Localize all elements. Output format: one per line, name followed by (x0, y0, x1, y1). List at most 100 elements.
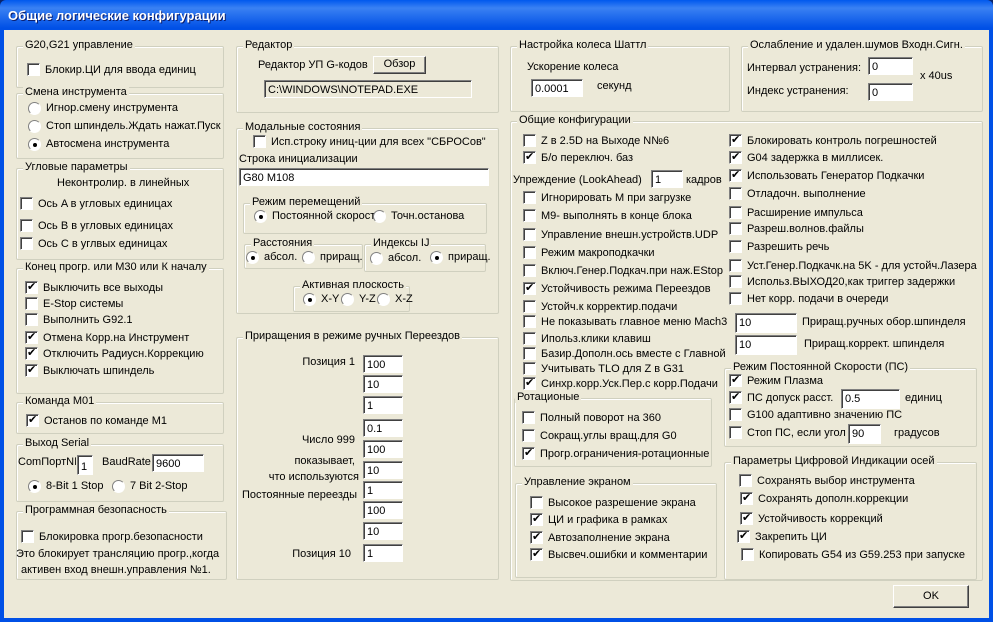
radio-circle[interactable] (254, 210, 267, 223)
checkbox-general-left[interactable]: Синхр.корр.Уск.Пер.с корр.Подачи (523, 376, 718, 391)
init-string-input[interactable]: G80 M108 (239, 168, 489, 186)
jog-increment-input[interactable]: 10 (363, 375, 403, 393)
checkbox-general-left[interactable]: Управление внешн.устройств.UDP (523, 228, 718, 242)
checkbox-box[interactable] (530, 512, 543, 526)
checkbox-security-lock[interactable]: Блокировка прогр.безопасности (21, 530, 203, 544)
checkbox-box[interactable] (523, 376, 536, 390)
radio-stop-spindle-wait[interactable]: Стоп шпиндель.Ждать нажат.Пуск (28, 119, 221, 133)
radio-circle[interactable] (370, 252, 383, 265)
checkbox-box[interactable] (729, 390, 742, 404)
checkbox-box[interactable] (737, 529, 750, 543)
ok-button[interactable]: OK (893, 585, 969, 608)
checkbox-box[interactable] (27, 63, 40, 76)
checkbox-screen[interactable]: Высвеч.ошибки и комментарии (530, 547, 707, 562)
jog-increment-input[interactable]: 10 (363, 522, 403, 540)
checkbox-box[interactable] (729, 168, 742, 182)
radio-constant-velocity[interactable]: Постоянной скорости (254, 209, 381, 223)
radio-circle[interactable] (302, 251, 315, 264)
checkbox-end-1[interactable]: E-Stop системы (25, 297, 123, 311)
checkbox-axis-a-angular[interactable]: Ось A в угловых единицах (20, 197, 172, 211)
checkbox-dro[interactable]: Закрепить ЦИ (737, 529, 827, 544)
radio-ij-inc[interactable]: приращ. (430, 250, 491, 264)
checkbox-box[interactable] (523, 347, 536, 360)
checkbox-box[interactable] (523, 332, 536, 345)
checkbox-end-5[interactable]: Выключать шпиндель (25, 363, 154, 378)
checkbox-box[interactable] (25, 346, 38, 360)
browse-button[interactable]: Обзор (373, 56, 426, 74)
checkbox-box[interactable] (523, 315, 536, 328)
radio-circle[interactable] (28, 102, 41, 115)
jog-increment-input[interactable]: 100 (363, 355, 403, 373)
radio-plane-xz[interactable]: X-Z (377, 292, 413, 306)
radio-8bit-1stop[interactable]: 8-Bit 1 Stop (28, 479, 103, 493)
radio-ij-abs[interactable]: абсол. (370, 251, 421, 265)
checkbox-box[interactable] (26, 413, 39, 427)
checkbox-general-right[interactable]: Разреш.волнов.файлы (729, 222, 864, 236)
checkbox-rotary[interactable]: Полный поворот на 360 (522, 411, 661, 425)
checkbox-box[interactable] (25, 297, 38, 310)
checkbox-end-2[interactable]: Выполнить G92.1 (25, 313, 133, 327)
radio-exact-stop[interactable]: Точн.останова (373, 209, 464, 223)
checkbox-dro[interactable]: Сохранять выбор инструмента (739, 474, 915, 488)
checkbox-box[interactable] (729, 292, 742, 305)
checkbox-box[interactable] (523, 134, 536, 147)
radio-auto-tool-change[interactable]: Автосмена инструмента (28, 137, 169, 151)
checkbox-dro[interactable]: Копировать G54 из G59.253 при запуске (741, 548, 965, 562)
shuttle-accel-input[interactable]: 0.0001 (531, 79, 583, 97)
checkbox-box[interactable] (741, 548, 754, 561)
checkbox-general-right[interactable]: Отладочн. выполнение (729, 187, 866, 201)
checkbox-box[interactable] (729, 426, 742, 439)
checkbox-box[interactable] (523, 264, 536, 277)
checkbox-rotary[interactable]: Сокращ.углы вращ.для G0 (522, 429, 677, 443)
cv-angle-input[interactable]: 90 (848, 424, 881, 444)
checkbox-general-right[interactable]: Расширение импульса (729, 206, 863, 220)
checkbox-box[interactable] (729, 206, 742, 219)
jog-increment-input[interactable]: 1 (363, 544, 403, 562)
checkbox-screen[interactable]: Высокое разрешение экрана (530, 496, 696, 510)
checkbox-box[interactable] (20, 219, 33, 232)
checkbox-screen[interactable]: ЦИ и графика в рамках (530, 512, 667, 527)
checkbox-box[interactable] (729, 275, 742, 288)
radio-ignore-tool-change[interactable]: Игнор.смену инструмента (28, 101, 178, 115)
checkbox-general-left[interactable]: Ипольз.клики клавиш (523, 332, 651, 346)
spindle-jog-input[interactable]: 10 (735, 313, 797, 333)
checkbox-box[interactable] (523, 246, 536, 259)
checkbox-general-right[interactable]: Нет корр. подачи в очереди (729, 292, 888, 306)
radio-circle[interactable] (430, 251, 443, 264)
checkbox-general-left[interactable]: Режим макроподкачки (523, 246, 655, 260)
spindle-override-input[interactable]: 10 (735, 335, 797, 355)
checkbox-general-left[interactable]: Не показывать главное меню Mach3 (523, 315, 727, 329)
debounce-index-input[interactable]: 0 (868, 83, 913, 101)
checkbox-general-left[interactable]: M9- выполнять в конце блока (523, 209, 692, 223)
checkbox-box[interactable] (729, 222, 742, 235)
checkbox-general-left[interactable]: Б/о переключ. баз (523, 150, 633, 165)
checkbox-dro[interactable]: Сохранять дополн.коррекции (740, 491, 908, 506)
checkbox-box[interactable] (729, 373, 742, 387)
checkbox-general-right[interactable]: G04 задержка в миллисек. (729, 150, 883, 165)
jog-increment-input[interactable]: 0.1 (363, 419, 403, 437)
checkbox-box[interactable] (523, 362, 536, 375)
checkbox-axis-c-angular[interactable]: Ось C в углвых единицах (20, 237, 167, 251)
checkbox-box[interactable] (25, 330, 38, 344)
checkbox-box[interactable] (530, 530, 543, 544)
checkbox-end-4[interactable]: Отключить Радиусн.Коррекцию (25, 346, 204, 361)
checkbox-box[interactable] (523, 300, 536, 313)
checkbox-general-left[interactable]: Включ.Генер.Подкач.при наж.EStop (523, 264, 723, 278)
checkbox-box[interactable] (530, 496, 543, 509)
radio-circle[interactable] (28, 138, 41, 151)
checkbox-screen[interactable]: Автозаполнение экрана (530, 530, 670, 545)
checkbox-general-right[interactable]: Уст.Генер.Подкачк.на 5K - для устойч.Лаз… (729, 259, 977, 273)
checkbox-dro[interactable]: Устойчивость коррекций (740, 511, 883, 526)
radio-circle[interactable] (377, 293, 390, 306)
checkbox-axis-b-angular[interactable]: Ось B в угловых единицах (20, 219, 173, 233)
checkbox-box[interactable] (523, 209, 536, 222)
checkbox-general-left[interactable]: Учитывать TLO для Z в G31 (523, 362, 684, 376)
checkbox-box[interactable] (25, 280, 38, 294)
jog-increment-input[interactable]: 100 (363, 501, 403, 519)
checkbox-box[interactable] (729, 408, 742, 421)
checkbox-box[interactable] (530, 547, 543, 561)
checkbox-box[interactable] (25, 363, 38, 377)
checkbox-box[interactable] (523, 191, 536, 204)
checkbox-box[interactable] (523, 228, 536, 241)
checkbox-general-right[interactable]: Блокировать контроль погрешностей (729, 133, 937, 148)
